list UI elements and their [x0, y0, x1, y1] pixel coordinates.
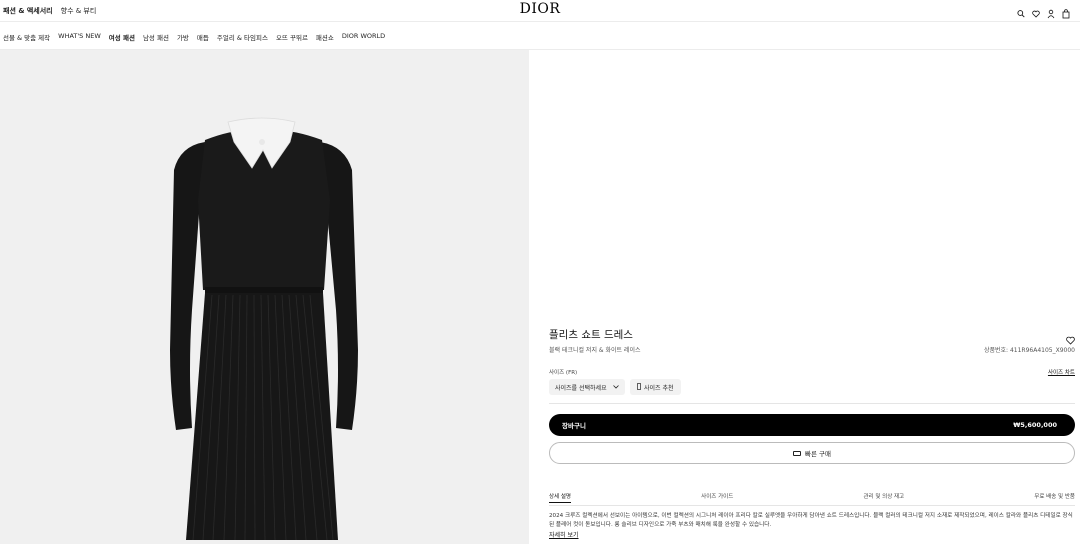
top-bar: 패션 & 액세서리 향수 & 뷰티 DIOR	[0, 0, 1080, 22]
user-icon[interactable]	[1047, 4, 1055, 19]
read-more-link[interactable]: 자세히 보기	[549, 530, 579, 539]
tab-size-guide[interactable]: 사이즈 가이드	[701, 492, 733, 505]
size-select-label: 사이즈를 선택하세요	[555, 384, 607, 392]
top-link-fashion[interactable]: 패션 & 액세서리	[3, 6, 53, 16]
nav-item-women[interactable]: 여성 패션	[109, 32, 135, 42]
divider	[549, 403, 1075, 404]
favorite-heart-icon[interactable]	[1066, 330, 1075, 345]
header-icons	[1017, 4, 1070, 19]
nav-item-bags[interactable]: 가방	[177, 32, 189, 42]
nav-item-jewelry[interactable]: 주얼리 & 타임피스	[217, 32, 268, 42]
nav-item-dior-world[interactable]: DIOR WORLD	[342, 32, 385, 42]
product-reference: 상품번호: 411R96A4105_X9000	[983, 347, 1075, 354]
price: ₩5,600,000	[1013, 421, 1057, 429]
nav-item-whats-new[interactable]: WHAT'S NEW	[58, 32, 101, 42]
nav-item-men[interactable]: 남성 패션	[143, 32, 169, 42]
main-nav: 선물 & 맞춤 제작 WHAT'S NEW 여성 패션 남성 패션 가방 매듭 …	[0, 22, 1080, 50]
size-recommend-button[interactable]: 사이즈 추천	[630, 379, 681, 395]
cart-label: 장바구니	[562, 422, 586, 430]
tab-description[interactable]: 상세 설명	[549, 492, 571, 503]
product-title: 플리츠 쇼트 드레스	[549, 329, 633, 341]
info-tabs: 상세 설명 사이즈 가이드 관리 및 의상 재고 무료 배송 및 반품	[549, 492, 1075, 505]
dior-logo[interactable]: DIOR	[520, 1, 561, 17]
tab-shipping[interactable]: 무료 배송 및 반품	[1034, 492, 1075, 505]
heart-icon[interactable]	[1032, 4, 1040, 18]
quick-buy-button[interactable]: 빠른 구매	[549, 442, 1075, 464]
add-to-cart-button[interactable]: 장바구니 ₩5,600,000	[549, 414, 1075, 436]
chevron-down-icon	[613, 384, 619, 391]
nav-item-shoes[interactable]: 매듭	[197, 32, 209, 42]
bag-icon[interactable]	[1062, 4, 1070, 19]
search-icon[interactable]	[1017, 4, 1025, 18]
product-subtitle: 블랙 테크니컬 저지 & 화이트 레이스	[549, 347, 641, 354]
nav-item-fashion-show[interactable]: 패션쇼	[316, 32, 334, 42]
credit-card-icon	[793, 450, 801, 456]
top-link-beauty[interactable]: 향수 & 뷰티	[61, 6, 97, 16]
ruler-icon	[637, 382, 641, 392]
quick-buy-label: 빠른 구매	[805, 450, 831, 458]
size-recommend-label: 사이즈 추천	[644, 384, 674, 392]
nav-item-gifts[interactable]: 선물 & 맞춤 제작	[3, 32, 50, 42]
size-label: 사이즈 (FR)	[549, 370, 578, 376]
dress-illustration	[170, 117, 358, 541]
size-select[interactable]: 사이즈를 선택하세요	[549, 379, 625, 395]
product-image[interactable]	[0, 50, 529, 544]
tab-care[interactable]: 관리 및 의상 재고	[863, 492, 904, 505]
top-links: 패션 & 액세서리 향수 & 뷰티	[3, 6, 96, 16]
product-description: 2024 크루즈 컬렉션에서 선보이는 아이템으로, 이번 컬렉션의 시그니처 …	[549, 513, 1073, 528]
nav-item-haute-couture[interactable]: 오뜨 꾸뛰르	[276, 32, 308, 42]
tabs-divider	[549, 505, 1075, 506]
size-chart-link[interactable]: 사이즈 차트	[1048, 368, 1075, 376]
